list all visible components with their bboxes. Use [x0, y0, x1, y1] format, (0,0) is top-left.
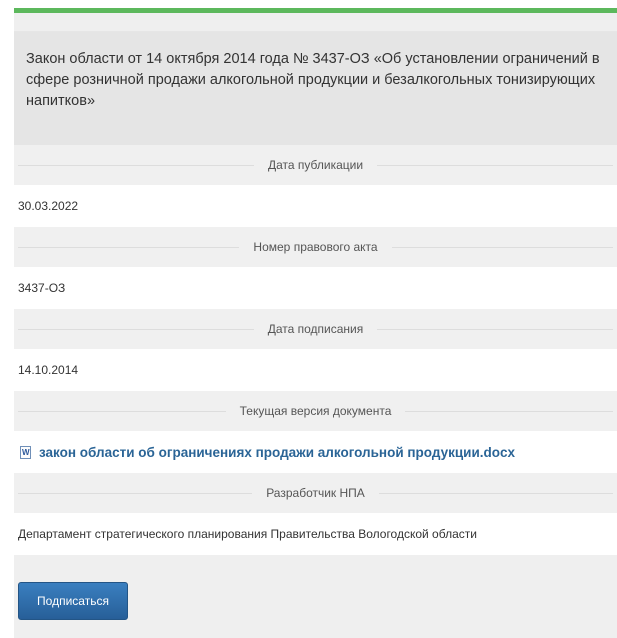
publication-date-label: Дата публикации [267, 158, 364, 172]
document-title: Закон области от 14 октября 2014 года № … [14, 31, 617, 145]
subscribe-button[interactable]: Подписаться [18, 582, 128, 620]
developer-label: Разработчик НПА [266, 486, 365, 500]
separator-current-version: Текущая версия документа [14, 391, 617, 431]
document-download-link[interactable]: закон области об ограничениях продажи ал… [39, 445, 515, 460]
current-version-label: Текущая версия документа [239, 404, 392, 418]
separator-act-number: Номер правового акта [14, 227, 617, 267]
act-number-value: 3437-ОЗ [14, 267, 617, 309]
word-doc-icon [20, 445, 31, 459]
separator-developer: Разработчик НПА [14, 473, 617, 513]
document-panel: Закон области от 14 октября 2014 года № … [14, 13, 617, 638]
act-number-label: Номер правового акта [253, 240, 378, 254]
current-version-row: закон области об ограничениях продажи ал… [14, 431, 617, 473]
separator-publication-date: Дата публикации [14, 145, 617, 185]
publication-date-value: 30.03.2022 [14, 185, 617, 227]
developer-value: Департамент стратегического планирования… [14, 513, 617, 555]
signing-date-value: 14.10.2014 [14, 349, 617, 391]
signing-date-label: Дата подписания [267, 322, 364, 336]
separator-signing-date: Дата подписания [14, 309, 617, 349]
